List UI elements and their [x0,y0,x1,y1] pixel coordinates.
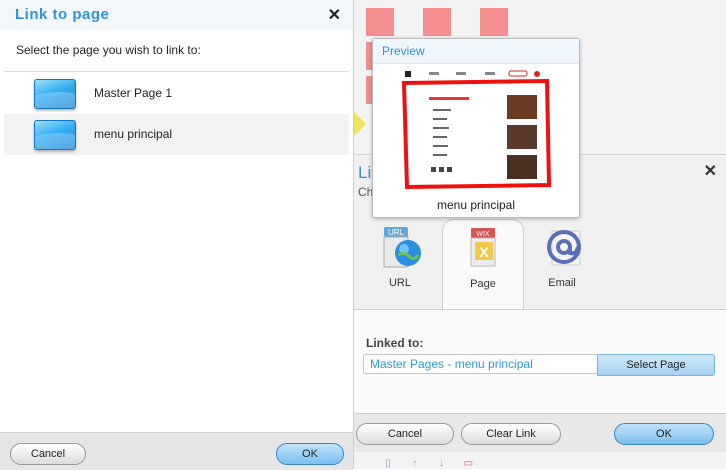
cancel-button[interactable]: Cancel [10,443,86,465]
tab-page-label: Page [470,278,496,290]
page-preview-popup: Preview menu principal [372,38,580,218]
wix-page-icon: WIX X [470,228,496,267]
page-list-item-label: Master Page 1 [94,86,173,100]
delete-icon[interactable]: ▭ [456,458,480,469]
move-up-icon[interactable]: ↑ [403,458,427,469]
page-icon [34,120,76,150]
canvas-marker [480,8,508,36]
page-thumbnail [401,69,553,189]
close-icon[interactable]: ✕ [328,5,341,25]
preview-header: Preview [373,39,579,64]
select-page-button[interactable]: Select Page [597,354,715,376]
email-at-icon [547,230,581,266]
tab-email-label: Email [548,277,576,289]
svg-text:URL: URL [388,228,405,237]
bottom-toolbar: ▯ ↑ ↓ ▭ [376,458,496,469]
dialog-instruction: Select the page you wish to link to: [16,43,201,57]
tab-url-label: URL [388,277,411,289]
tab-url[interactable]: URL URL [360,219,440,309]
page-icon [34,79,76,109]
linked-to-label: Linked to: [366,336,424,350]
move-down-icon[interactable]: ↓ [430,458,454,469]
svg-text:X: X [479,244,489,260]
page-list-item-label: menu principal [94,127,173,141]
divider [4,71,349,72]
page-list-item[interactable]: menu principal [4,114,349,155]
page-list-item[interactable]: Master Page 1 [4,73,349,114]
selection-pointer [354,112,366,136]
preview-title: Preview [382,44,425,58]
link-dialog-footer: Cancel Clear Link OK [354,413,726,452]
dialog-header: Link to page ✕ [0,0,353,30]
linked-to-field[interactable]: Master Pages - menu principal [363,354,610,374]
globe-icon: URL [383,227,421,268]
dialog-title: Link to page [15,6,110,23]
canvas-marker [423,8,451,36]
tab-email[interactable]: Email [522,219,602,309]
link-to-page-dialog: Link to page ✕ Select the page you wish … [0,0,354,470]
close-icon[interactable]: ✕ [704,161,717,181]
tab-page[interactable]: WIX X Page [442,219,524,310]
linked-to-panel: Linked to: Master Pages - menu principal… [354,309,726,414]
link-type-tabs: URL URL WIX X Page Email [354,219,726,310]
clear-link-button[interactable]: Clear Link [461,423,561,445]
ok-button[interactable]: OK [276,443,344,465]
page-icon[interactable]: ▯ [376,458,400,469]
ok-button[interactable]: OK [614,423,714,445]
canvas-marker [366,8,394,36]
link-dialog-title: Li [358,163,372,182]
cancel-button[interactable]: Cancel [356,423,454,445]
svg-text:WIX: WIX [476,231,490,238]
dialog-footer: Cancel OK [0,432,353,470]
preview-caption: menu principal [436,198,516,212]
